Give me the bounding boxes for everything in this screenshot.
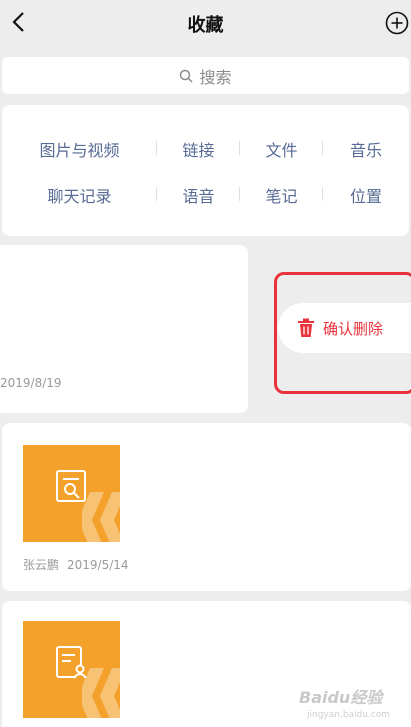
favorite-item[interactable]: 张云鹏 2019/5/14 (2, 423, 411, 591)
page-title: 收藏 (187, 15, 224, 36)
category-row: 聊天记录 语音 笔记 位置 (2, 183, 409, 207)
category-notes[interactable]: 笔记 (240, 183, 323, 207)
item-date: 2019/5/14 (67, 558, 129, 572)
plus-circle-icon[interactable] (385, 11, 409, 35)
watermark: Baidu经验 jingyan.baidu.com (299, 680, 407, 726)
item-meta: 张云鹏 2019/5/14 (23, 556, 129, 573)
category-links[interactable]: 链接 (157, 137, 240, 161)
category-location[interactable]: 位置 (323, 183, 409, 207)
search-icon (180, 69, 194, 83)
search-bar[interactable]: 搜索 (2, 57, 409, 94)
item-thumbnail (23, 445, 120, 542)
item-author: 张云鹏 (23, 558, 60, 572)
category-panel: 图片与视频 链接 文件 音乐 聊天记录 语音 笔记 位置 (2, 105, 409, 236)
search-placeholder: 搜索 (199, 67, 232, 87)
watermark-sub: jingyan.baidu.com (307, 710, 391, 720)
document-user-icon (56, 646, 87, 679)
category-voice[interactable]: 语音 (157, 183, 240, 207)
nav-bar: 收藏 (0, 0, 411, 46)
item-thumbnail (23, 621, 120, 718)
document-search-icon (56, 470, 86, 502)
highlight-box (274, 272, 411, 394)
favorite-item-swiped[interactable]: 2019/8/19 (0, 245, 248, 413)
category-files[interactable]: 文件 (240, 137, 323, 161)
category-music[interactable]: 音乐 (323, 137, 409, 161)
category-row: 图片与视频 链接 文件 音乐 (2, 137, 409, 161)
category-images-videos[interactable]: 图片与视频 (2, 137, 157, 161)
category-chat-history[interactable]: 聊天记录 (2, 183, 157, 207)
watermark-text: Baidu经验 (299, 688, 383, 707)
item-date: 2019/8/19 (0, 376, 62, 390)
